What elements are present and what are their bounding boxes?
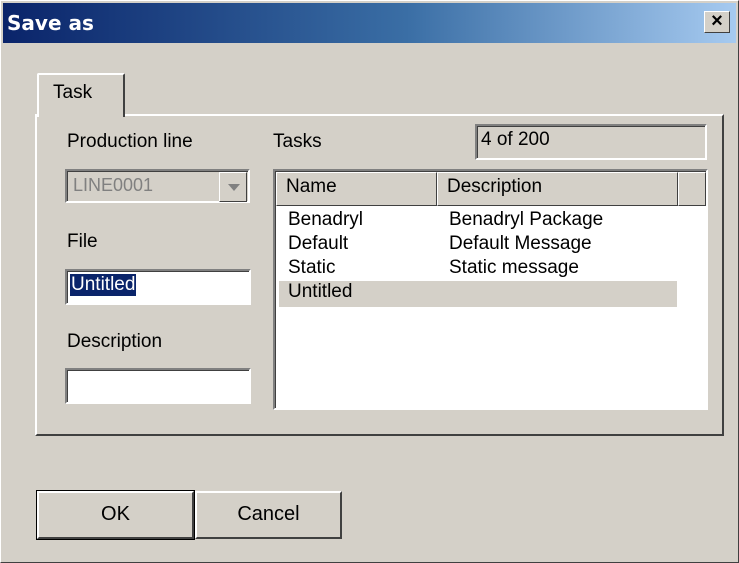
description-label: Description — [67, 331, 163, 352]
column-header-description[interactable]: Description — [437, 172, 678, 206]
table-row[interactable]: Benadryl Benadryl Package — [279, 209, 677, 235]
description-input[interactable] — [65, 368, 251, 404]
production-line-label: Production line — [67, 131, 193, 152]
table-row-highlighted[interactable]: Untitled — [279, 281, 677, 307]
cancel-button[interactable]: Cancel — [195, 491, 342, 539]
column-header-filler — [678, 172, 706, 206]
title-bar[interactable]: Save as × — [3, 3, 736, 43]
column-header-name[interactable]: Name — [276, 172, 437, 206]
row-description: Default Message — [449, 233, 592, 254]
close-icon: × — [711, 10, 723, 32]
table-row[interactable]: Default Default Message — [279, 233, 677, 259]
production-line-value: LINE0001 — [73, 175, 154, 195]
tasks-list[interactable]: Name Description Benadryl Benadryl Packa… — [273, 169, 708, 410]
tasks-label: Tasks — [273, 131, 322, 152]
file-input-value: Untitled — [70, 274, 137, 296]
file-input[interactable]: Untitled — [65, 269, 251, 305]
row-description: Benadryl Package — [449, 209, 604, 230]
row-name: Static — [288, 257, 336, 278]
ok-button-label: OK — [101, 503, 130, 525]
close-button[interactable]: × — [704, 11, 730, 33]
row-name: Default — [288, 233, 349, 254]
row-name: Benadryl — [288, 209, 363, 230]
ok-button[interactable]: OK — [36, 490, 195, 540]
window-title: Save as — [7, 11, 94, 35]
row-description: Static message — [449, 257, 579, 278]
tab-task[interactable]: Task — [37, 73, 125, 117]
cancel-button-label: Cancel — [237, 503, 300, 525]
column-header-description-label: Description — [447, 176, 543, 197]
task-count: 4 of 200 — [481, 129, 550, 150]
task-count-box: 4 of 200 — [475, 124, 707, 160]
chevron-down-icon — [228, 184, 240, 191]
save-as-dialog: Save as × Task Production line LINE0001 … — [0, 0, 739, 563]
tab-task-label: Task — [53, 82, 93, 103]
column-header-name-label: Name — [286, 176, 337, 197]
table-row[interactable]: Static Static message — [279, 257, 677, 283]
production-line-select[interactable]: LINE0001 — [65, 169, 250, 203]
row-name: Untitled — [288, 281, 353, 302]
dropdown-button[interactable] — [219, 172, 247, 202]
file-label: File — [67, 231, 98, 252]
